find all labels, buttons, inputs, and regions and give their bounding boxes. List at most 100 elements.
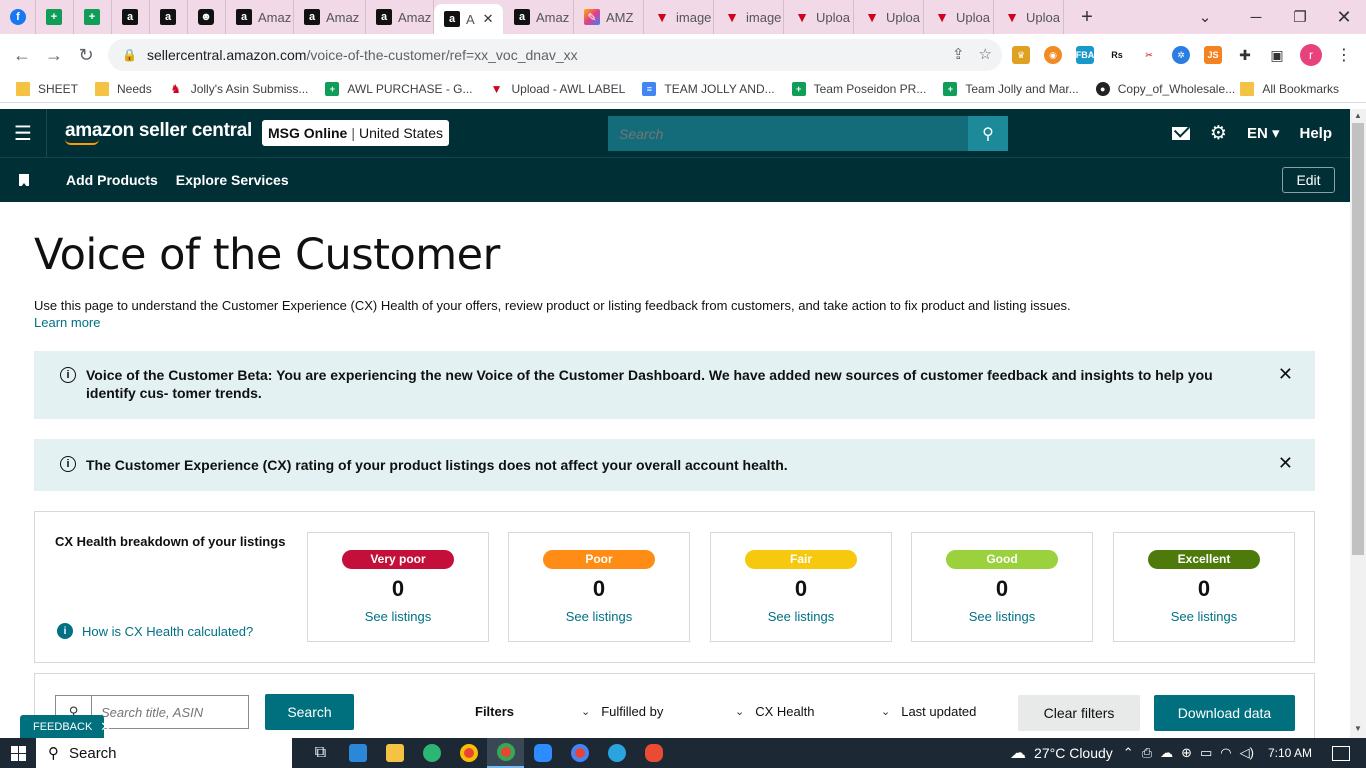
feedback-button[interactable]: FEEDBACK ✕ [20, 715, 111, 738]
bookmark-item[interactable]: SHEET [16, 82, 78, 96]
bookmark-item[interactable]: ≡ TEAM JOLLY AND... [642, 82, 775, 96]
nav-explore-services[interactable]: Explore Services [176, 172, 289, 188]
cx-health-dropdown[interactable]: ⌄ CX Health [735, 704, 814, 719]
close-icon[interactable]: ✕ [1278, 454, 1293, 472]
edit-button[interactable]: Edit [1282, 167, 1335, 193]
onedrive-icon[interactable]: ☁ [1160, 745, 1173, 761]
rs-extension-icon[interactable]: Rs [1108, 46, 1126, 64]
chrome-icon[interactable] [450, 738, 487, 768]
close-tab-icon[interactable]: ✕ [483, 11, 494, 27]
network-vpn-icon[interactable]: ⊕ [1181, 745, 1192, 761]
nav-add-products[interactable]: Add Products [66, 172, 158, 188]
side-panel-icon[interactable]: ▣ [1268, 46, 1286, 64]
tab-image-2[interactable]: ▼ image [714, 0, 784, 34]
language-selector[interactable]: EN ▾ [1247, 124, 1280, 142]
search-icon[interactable]: ⚲ [968, 116, 1008, 151]
fulfilled-by-dropdown[interactable]: ⌄ Fulfilled by [581, 704, 663, 719]
tab-sheets[interactable]: + [36, 0, 74, 34]
meet-now-icon[interactable]: ⎙ [1142, 745, 1152, 761]
new-tab-button[interactable]: + [1072, 6, 1102, 29]
hamburger-menu-icon[interactable]: ☰ [0, 109, 47, 157]
seller-central-logo[interactable]: amazon seller central [65, 121, 252, 145]
tab-upload[interactable]: ▼ Uploa [784, 0, 854, 34]
bookmark-item[interactable]: + AWL PURCHASE - G... [325, 82, 473, 96]
bookmark-item[interactable]: + Team Poseidon PR... [791, 82, 926, 96]
tab-search-chevron-icon[interactable]: ⌄ [1190, 0, 1220, 34]
clock[interactable]: 7:10 AM [1268, 746, 1312, 760]
clear-filters-button[interactable]: Clear filters [1018, 695, 1140, 731]
bookmark-item[interactable]: ● Copy_of_Wholesale... [1095, 82, 1235, 96]
close-icon[interactable]: ✕ [100, 719, 111, 735]
tab-upload-2[interactable]: ▼ Uploa [854, 0, 924, 34]
battery-icon[interactable]: ▭ [1200, 745, 1212, 761]
see-listings-link[interactable]: See listings [912, 609, 1092, 624]
page-scrollbar[interactable]: ▲ ▼ [1350, 109, 1366, 738]
zoom-icon[interactable] [524, 738, 561, 768]
reload-icon[interactable]: ↻ [70, 45, 102, 66]
extension-icon[interactable]: ◉ [1044, 46, 1062, 64]
last-updated-dropdown[interactable]: ⌄ Last updated [881, 704, 976, 719]
telegram-icon[interactable] [598, 738, 635, 768]
forward-icon[interactable]: → [38, 45, 70, 66]
account-switcher[interactable]: MSG Online | United States [262, 120, 450, 146]
menu-kebab-icon[interactable]: ⋮ [1336, 45, 1352, 65]
download-data-button[interactable]: Download data [1154, 695, 1295, 731]
scroll-down-icon[interactable]: ▼ [1350, 724, 1366, 733]
help-link[interactable]: Help [1299, 125, 1332, 142]
url-bar[interactable]: 🔒 sellercentral.amazon.com/voice-of-the-… [108, 39, 1002, 71]
close-window-button[interactable]: ✕ [1324, 0, 1364, 34]
tab-amz[interactable]: ✎ AMZ [574, 0, 644, 34]
header-search-input[interactable] [608, 116, 968, 151]
extension-icon[interactable]: ✂ [1140, 46, 1158, 64]
profile-avatar[interactable]: r [1300, 44, 1322, 66]
listing-search-button[interactable]: Search [265, 694, 354, 730]
extension-icon[interactable]: ♛ [1012, 46, 1030, 64]
weather-text[interactable]: 27°C Cloudy [1034, 745, 1113, 761]
all-bookmarks[interactable]: All Bookmarks [1240, 82, 1339, 96]
js-extension-icon[interactable]: JS [1204, 46, 1222, 64]
tab-upload-4[interactable]: ▼ Uploa [994, 0, 1064, 34]
bookmark-item[interactable]: ♞ Jolly's Asin Submiss... [169, 82, 308, 96]
chrome-active-icon[interactable] [487, 738, 524, 768]
back-icon[interactable]: ← [6, 45, 38, 66]
bookmark-icon[interactable] [19, 174, 29, 187]
tab-active-voice-of-customer[interactable]: a A ✕ [434, 4, 504, 34]
mail-icon[interactable] [1171, 126, 1190, 140]
scrollbar-thumb[interactable] [1352, 123, 1364, 555]
chrome-profile-icon[interactable] [561, 738, 598, 768]
puzzle-icon[interactable]: ✚ [1236, 46, 1254, 64]
tab-amazon-3[interactable]: a Amaz [226, 0, 294, 34]
tab-amazon-2[interactable]: a [150, 0, 188, 34]
paint-icon[interactable] [635, 738, 672, 768]
site-info-icon[interactable]: 🔒 [122, 48, 137, 62]
gear-icon[interactable]: ⚙ [1210, 122, 1227, 145]
tab-upload-3[interactable]: ▼ Uploa [924, 0, 994, 34]
scroll-up-icon[interactable]: ▲ [1350, 111, 1366, 120]
bookmark-item[interactable]: Needs [95, 82, 152, 96]
see-listings-link[interactable]: See listings [308, 609, 488, 624]
listing-search-input[interactable] [92, 696, 248, 728]
tab-mturk[interactable]: ☻ [188, 0, 226, 34]
wifi-icon[interactable]: ◠ [1220, 745, 1231, 761]
task-view-icon[interactable]: ⧉ [302, 738, 339, 768]
fba-extension-icon[interactable]: FBA [1076, 46, 1094, 64]
bookmark-item[interactable]: + Team Jolly and Mar... [943, 82, 1079, 96]
taskbar-search[interactable]: ⚲ Search [36, 738, 292, 768]
restore-button[interactable]: ❐ [1280, 0, 1320, 34]
notification-icon[interactable] [1332, 745, 1350, 761]
see-listings-link[interactable]: See listings [711, 609, 891, 624]
tab-amazon[interactable]: a [112, 0, 150, 34]
tab-amazon-5[interactable]: a Amaz [366, 0, 434, 34]
tab-sheets-2[interactable]: + [74, 0, 112, 34]
chevron-up-icon[interactable]: ⌃ [1123, 745, 1134, 761]
edge-icon[interactable] [413, 738, 450, 768]
share-icon[interactable]: ⇪ [952, 45, 965, 63]
windows-start-icon[interactable] [0, 738, 36, 768]
extension-icon[interactable]: ✲ [1172, 46, 1190, 64]
store-icon[interactable] [339, 738, 376, 768]
tab-image[interactable]: ▼ image [644, 0, 714, 34]
close-icon[interactable]: ✕ [1278, 365, 1293, 383]
tab-facebook[interactable]: f [0, 0, 36, 34]
bookmark-item[interactable]: ▼ Upload - AWL LABEL [490, 82, 626, 96]
volume-icon[interactable]: ◁) [1240, 745, 1254, 761]
